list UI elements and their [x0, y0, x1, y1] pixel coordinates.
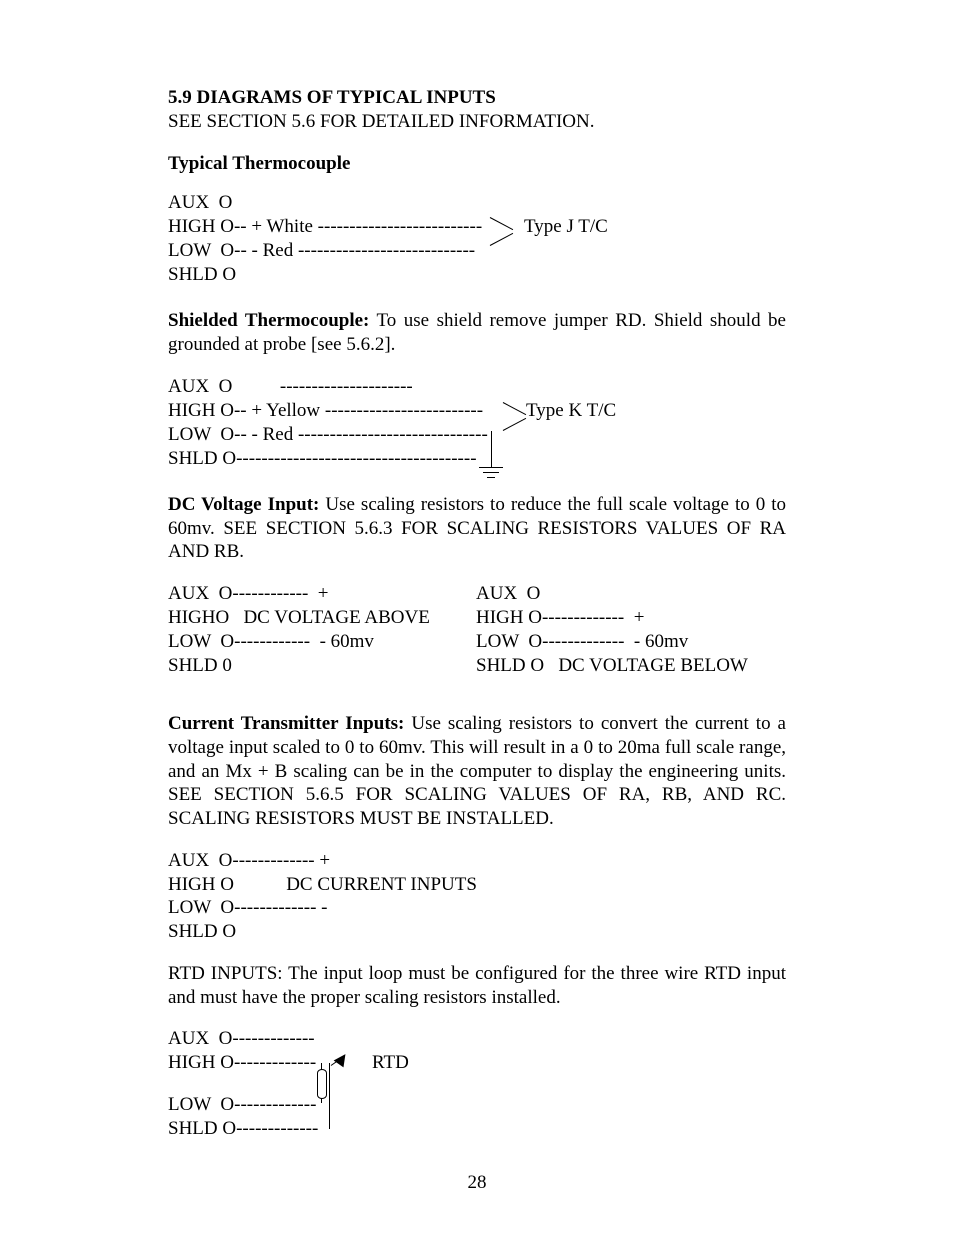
shielded-tc-paragraph: Shielded Thermocouple: To use shield rem…	[168, 309, 786, 357]
rtd-sensor-icon	[317, 1069, 327, 1099]
dc-below-aux: AUX O	[476, 582, 748, 606]
dc-voltage-below-diagram: AUX O HIGH O------------- + LOW O-------…	[476, 582, 748, 678]
k-high-line: HIGH O-- + Yellow ----------------------…	[168, 399, 483, 423]
page-number: 28	[0, 1171, 954, 1195]
current-tx-diagram: AUX O------------- + HIGH O DC CURRENT I…	[168, 849, 786, 944]
dc-below-shld: SHLD O DC VOLTAGE BELOW	[476, 654, 748, 678]
dc-voltage-above-diagram: AUX O------------ + HIGHO DC VOLTAGE ABO…	[168, 582, 430, 678]
section-title: DIAGRAMS OF TYPICAL INPUTS	[197, 87, 496, 108]
tc-aux-line: AUX O	[168, 191, 232, 215]
section-number: 5.9	[168, 87, 192, 108]
dc-above-high: HIGHO DC VOLTAGE ABOVE	[168, 606, 430, 630]
rtd-high: HIGH O-------------	[168, 1051, 316, 1075]
dc-above-aux: AUX O------------ +	[168, 582, 430, 606]
type-k-diagram: AUX O --------------------- HIGH O-- + Y…	[168, 375, 786, 493]
dc-below-high: HIGH O------------- +	[476, 606, 748, 630]
typical-thermocouple-heading: Typical Thermocouple	[168, 152, 786, 176]
rtd-vertical-long	[329, 1063, 330, 1129]
tc-high-line: HIGH O-- + White -----------------------…	[168, 215, 482, 239]
page: 5.9 DIAGRAMS OF TYPICAL INPUTS SEE SECTI…	[0, 0, 954, 1235]
section-see-note: SEE SECTION 5.6 FOR DETAILED INFORMATION…	[168, 110, 786, 134]
k-type-label: Type K T/C	[526, 399, 616, 423]
ctx-high: HIGH O DC CURRENT INPUTS	[168, 873, 786, 897]
dc-above-shld: SHLD 0	[168, 654, 430, 678]
ctx-shld: SHLD O	[168, 920, 786, 944]
tc-type-label: Type J T/C	[524, 215, 608, 239]
dc-above-low: LOW O------------ - 60mv	[168, 630, 430, 654]
tc-shld-line: SHLD O	[168, 263, 236, 287]
dc-voltage-diagrams: AUX O------------ + HIGHO DC VOLTAGE ABO…	[168, 582, 786, 678]
rtd-diagram: AUX O------------- HIGH O------------- L…	[168, 1027, 786, 1147]
k-aux-line: AUX O ---------------------	[168, 375, 413, 399]
rtd-low: LOW O-------------	[168, 1093, 316, 1117]
rtd-label: RTD	[372, 1051, 409, 1075]
dc-below-low: LOW O------------- - 60mv	[476, 630, 748, 654]
rtd-shld: SHLD O-------------	[168, 1117, 318, 1141]
rtd-paragraph: RTD INPUTS: The input loop must be confi…	[168, 962, 786, 1010]
current-tx-run-in: Current Transmitter Inputs:	[168, 713, 404, 734]
arrowhead-icon	[334, 1051, 351, 1068]
k-low-line: LOW O-- - Red --------------------------…	[168, 423, 488, 447]
shielded-tc-run-in: Shielded Thermocouple:	[168, 310, 369, 331]
current-tx-paragraph: Current Transmitter Inputs: Use scaling …	[168, 712, 786, 831]
dc-voltage-paragraph: DC Voltage Input: Use scaling resistors …	[168, 493, 786, 564]
ctx-aux: AUX O------------- +	[168, 849, 786, 873]
ground-icon	[479, 467, 503, 483]
section-heading: 5.9 DIAGRAMS OF TYPICAL INPUTS	[168, 86, 786, 110]
ctx-low: LOW O------------- -	[168, 896, 786, 920]
arrowhead-icon	[490, 217, 518, 261]
rtd-aux: AUX O-------------	[168, 1027, 315, 1051]
dc-voltage-run-in: DC Voltage Input:	[168, 494, 319, 515]
type-j-diagram: AUX O HIGH O-- + White -----------------…	[168, 191, 786, 291]
shield-drop-line	[491, 431, 492, 467]
tc-low-line: LOW O-- - Red --------------------------…	[168, 239, 475, 263]
k-shld-line: SHLD O----------------------------------…	[168, 447, 477, 471]
